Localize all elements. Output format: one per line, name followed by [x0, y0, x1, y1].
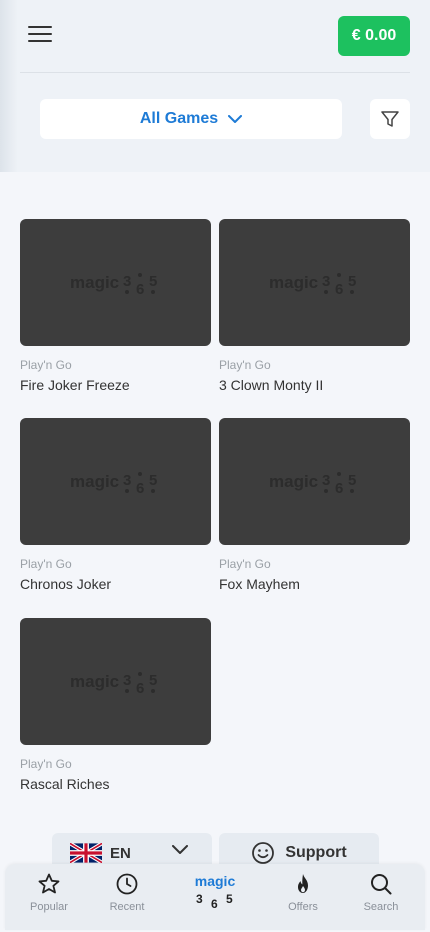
- game-card[interactable]: magic 3 6 5 Play'n Go Rascal Riches: [20, 618, 211, 792]
- svg-text:5: 5: [348, 273, 356, 290]
- category-dropdown[interactable]: All Games: [40, 99, 342, 139]
- game-provider: Play'n Go: [219, 557, 271, 571]
- brand-digit-3: 3: [196, 892, 203, 906]
- game-title: Rascal Riches: [20, 776, 110, 792]
- chevron-down-icon: [172, 845, 188, 854]
- nav-recent-label: Recent: [109, 901, 145, 913]
- game-thumbnail: magic 3 6 5: [20, 219, 211, 346]
- language-code: EN: [110, 844, 131, 862]
- svg-text:6: 6: [136, 680, 144, 695]
- game-thumbnail: magic 3 6 5: [20, 418, 211, 545]
- nav-popular-label: Popular: [30, 901, 68, 913]
- svg-text:6: 6: [136, 281, 144, 296]
- brand-logo-digits: 3 6 5: [180, 892, 250, 911]
- filter-button[interactable]: [370, 99, 410, 139]
- menu-icon[interactable]: [28, 26, 52, 46]
- search-icon: [371, 874, 392, 895]
- svg-text:5: 5: [149, 472, 157, 489]
- clock-icon: [116, 873, 138, 895]
- nav-popular[interactable]: Popular: [14, 872, 84, 913]
- svg-text:magic: magic: [70, 472, 119, 491]
- nav-home-logo[interactable]: magic 3 6 5: [180, 873, 250, 911]
- svg-text:3: 3: [123, 672, 131, 689]
- svg-text:6: 6: [335, 480, 343, 495]
- magic365-logo-icon: magic 3 6 5: [70, 671, 157, 695]
- svg-text:3: 3: [322, 472, 330, 489]
- brand-logo-text: magic: [194, 873, 236, 889]
- brand-digit-5: 5: [226, 892, 233, 906]
- magic365-logo-icon: magic 3 6 5: [70, 471, 157, 495]
- svg-text:magic: magic: [269, 472, 318, 491]
- svg-text:magic: magic: [70, 672, 119, 691]
- nav-search[interactable]: Search: [346, 872, 416, 913]
- support-label: Support: [285, 844, 347, 861]
- smiley-icon: [252, 842, 275, 864]
- magic365-logo-icon: magic 3 6 5: [269, 471, 356, 495]
- game-provider: Play'n Go: [219, 358, 271, 372]
- top-header: € 0.00 All Games: [0, 0, 430, 172]
- svg-text:5: 5: [149, 672, 157, 689]
- svg-text:magic: magic: [70, 273, 119, 292]
- magic365-logo-icon: magic 3 6 5: [70, 272, 157, 296]
- header-divider: [20, 72, 410, 73]
- svg-text:magic: magic: [269, 273, 318, 292]
- svg-text:3: 3: [123, 273, 131, 290]
- svg-text:3: 3: [123, 472, 131, 489]
- filter-icon: [381, 111, 399, 127]
- svg-text:5: 5: [348, 472, 356, 489]
- game-card[interactable]: magic 3 6 5 Play'n Go Chronos Joker: [20, 418, 211, 592]
- nav-offers-label: Offers: [288, 901, 318, 913]
- svg-text:5: 5: [149, 273, 157, 290]
- game-thumbnail: magic 3 6 5: [219, 418, 410, 545]
- bottom-nav: Popular Recent magic 3 6 5 Offers Search: [5, 864, 425, 930]
- game-card[interactable]: magic 3 6 5 Play'n Go Fox Mayhem: [219, 418, 410, 592]
- game-provider: Play'n Go: [20, 358, 72, 372]
- balance-button[interactable]: € 0.00: [338, 16, 410, 56]
- game-provider: Play'n Go: [20, 757, 72, 771]
- game-thumbnail: magic 3 6 5: [219, 219, 410, 346]
- svg-text:3: 3: [322, 273, 330, 290]
- brand-digit-6: 6: [211, 897, 218, 911]
- game-title: Chronos Joker: [20, 576, 112, 592]
- svg-text:6: 6: [136, 480, 144, 495]
- game-provider: Play'n Go: [20, 557, 72, 571]
- star-icon: [38, 873, 60, 894]
- magic365-logo-icon: magic 3 6 5: [269, 272, 356, 296]
- flame-icon: [298, 874, 308, 893]
- game-card[interactable]: magic 3 6 5 Play'n Go 3 Clown Monty II: [219, 219, 410, 393]
- nav-offers[interactable]: Offers: [268, 872, 338, 913]
- chevron-down-icon: [228, 114, 243, 123]
- nav-recent[interactable]: Recent: [92, 872, 162, 913]
- game-title: 3 Clown Monty II: [219, 377, 324, 393]
- game-title: Fire Joker Freeze: [20, 377, 130, 393]
- svg-text:6: 6: [335, 281, 343, 296]
- game-thumbnail: magic 3 6 5: [20, 618, 211, 745]
- game-title: Fox Mayhem: [219, 576, 300, 592]
- game-card[interactable]: magic 3 6 5 Play'n Go Fire Joker Freeze: [20, 219, 211, 393]
- uk-flag-icon: [70, 843, 102, 863]
- nav-search-label: Search: [363, 901, 399, 913]
- category-label: All Games: [139, 110, 219, 127]
